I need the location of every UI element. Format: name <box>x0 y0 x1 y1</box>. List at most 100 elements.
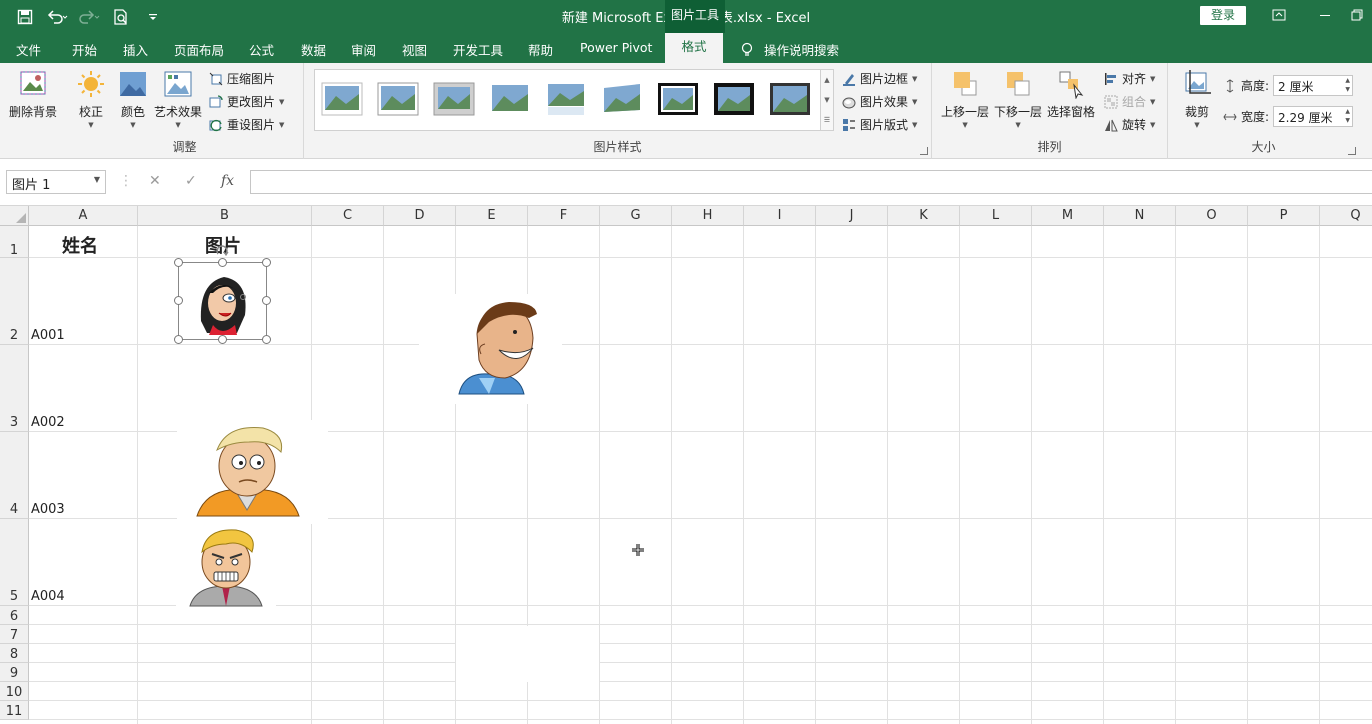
crop-button[interactable]: 裁剪 ▼ <box>1182 69 1212 129</box>
restore-icon[interactable] <box>1346 5 1368 25</box>
picture-style-thumb[interactable] <box>601 82 643 116</box>
column-header[interactable]: F <box>528 206 600 226</box>
bring-forward-button[interactable]: 上移一层 ▼ <box>941 69 989 129</box>
blank-shape[interactable] <box>456 626 599 682</box>
column-header[interactable]: Q <box>1320 206 1372 226</box>
row-header[interactable]: 3 <box>0 345 29 432</box>
tab-help[interactable]: 帮助 <box>528 40 553 59</box>
column-header[interactable]: L <box>960 206 1032 226</box>
send-backward-button[interactable]: 下移一层 ▼ <box>994 69 1042 129</box>
picture-style-thumb[interactable] <box>545 82 587 116</box>
row-header[interactable]: 8 <box>0 644 29 663</box>
tab-formulas[interactable]: 公式 <box>249 40 274 59</box>
picture-style-thumb[interactable] <box>377 82 419 116</box>
tab-view[interactable]: 视图 <box>402 40 427 59</box>
tab-home[interactable]: 开始 <box>72 40 97 59</box>
align-button[interactable]: 对齐 ▼ <box>1104 70 1155 87</box>
artistic-effects-button[interactable]: 艺术效果 ▼ <box>154 69 202 129</box>
row-header[interactable]: 7 <box>0 625 29 644</box>
rotate-button[interactable]: 旋转 ▼ <box>1104 116 1155 133</box>
select-all-corner[interactable] <box>0 206 29 226</box>
column-header[interactable]: P <box>1248 206 1320 226</box>
reset-picture-button[interactable]: 重设图片 ▼ <box>209 116 284 133</box>
width-input[interactable]: 2.29 厘米 ▲ ▼ <box>1273 106 1353 127</box>
chevron-down-icon[interactable]: ▼ <box>94 175 100 184</box>
dialog-launcher-icon[interactable] <box>1348 147 1356 155</box>
row-header[interactable]: 4 <box>0 432 29 519</box>
tab-format[interactable]: 格式 <box>665 33 723 63</box>
column-header[interactable]: E <box>456 206 528 226</box>
formula-input[interactable] <box>250 170 1372 194</box>
tab-power-pivot[interactable]: Power Pivot <box>580 40 652 55</box>
row-header[interactable]: 5 <box>0 519 29 606</box>
tab-data[interactable]: 数据 <box>301 40 326 59</box>
resize-handle[interactable] <box>218 335 227 344</box>
minimize-icon[interactable] <box>1314 5 1336 25</box>
redo-icon[interactable] <box>78 7 100 27</box>
resize-handle[interactable] <box>262 296 271 305</box>
tab-developer[interactable]: 开发工具 <box>453 40 503 59</box>
column-header[interactable]: I <box>744 206 816 226</box>
resize-handle[interactable] <box>262 335 271 344</box>
undo-icon[interactable] <box>46 7 68 27</box>
height-input[interactable]: 2 厘米 ▲ ▼ <box>1273 75 1353 96</box>
picture-layout-button[interactable]: 图片版式 ▼ <box>842 116 917 133</box>
width-spinner[interactable]: ▲ ▼ <box>1345 107 1350 125</box>
column-header[interactable]: N <box>1104 206 1176 226</box>
cell-a5[interactable]: A004 <box>31 589 65 604</box>
column-header[interactable]: B <box>138 206 312 226</box>
resize-handle[interactable] <box>174 258 183 267</box>
change-picture-button[interactable]: 更改图片 ▼ <box>209 93 284 110</box>
dialog-launcher-icon[interactable] <box>920 147 928 155</box>
cell-a1[interactable]: 姓名 <box>62 232 98 258</box>
picture-worried-man[interactable] <box>177 420 328 524</box>
picture-style-thumb[interactable] <box>321 82 363 116</box>
resize-handle[interactable] <box>262 258 271 267</box>
customize-qat-icon[interactable] <box>142 7 164 27</box>
compress-pictures-button[interactable]: 压缩图片 <box>209 70 275 87</box>
column-header[interactable]: H <box>672 206 744 226</box>
row-header[interactable]: 2 <box>0 258 29 345</box>
tab-review[interactable]: 审阅 <box>351 40 376 59</box>
cell-a3[interactable]: A002 <box>31 415 65 430</box>
ribbon-display-options-icon[interactable] <box>1268 5 1290 25</box>
row-header[interactable]: 1 <box>0 226 29 258</box>
picture-style-thumb[interactable] <box>657 82 699 116</box>
remove-background-button[interactable]: 删除背景 <box>9 69 57 120</box>
tab-page-layout[interactable]: 页面布局 <box>174 40 224 59</box>
row-header[interactable]: 6 <box>0 606 29 625</box>
corrections-button[interactable]: 校正 ▼ <box>76 69 106 129</box>
print-preview-icon[interactable] <box>110 7 132 27</box>
insert-function-icon[interactable]: fx <box>221 173 234 189</box>
resize-handle[interactable] <box>174 335 183 344</box>
column-header[interactable]: A <box>29 206 138 226</box>
rotate-handle-icon[interactable] <box>215 245 229 257</box>
column-header[interactable]: D <box>384 206 456 226</box>
picture-effects-button[interactable]: 图片效果 ▼ <box>842 93 917 110</box>
resize-handle[interactable] <box>218 258 227 267</box>
tell-me-search[interactable]: 操作说明搜索 <box>740 40 839 59</box>
picture-style-thumb[interactable] <box>489 82 531 116</box>
picture-border-button[interactable]: 图片边框 ▼ <box>842 70 917 87</box>
save-icon[interactable] <box>14 7 36 27</box>
row-header[interactable]: 11 <box>0 701 29 720</box>
cancel-icon[interactable]: ✕ <box>149 173 161 189</box>
picture-angry-man[interactable] <box>176 524 276 608</box>
tab-file[interactable]: 文件 <box>16 40 41 59</box>
resize-handle[interactable] <box>174 296 183 305</box>
column-header[interactable]: M <box>1032 206 1104 226</box>
gallery-scrollbar[interactable]: ▲ ▼ ☰ <box>820 70 833 130</box>
column-header[interactable]: C <box>312 206 384 226</box>
picture-style-thumb[interactable] <box>433 82 475 116</box>
row-header[interactable]: 10 <box>0 682 29 701</box>
column-header[interactable]: G <box>600 206 672 226</box>
group-objects-button[interactable]: 组合 ▼ <box>1104 93 1155 110</box>
cell-a4[interactable]: A003 <box>31 502 65 517</box>
picture-style-thumb[interactable] <box>713 82 755 116</box>
column-header[interactable]: K <box>888 206 960 226</box>
picture-style-thumb[interactable] <box>769 82 811 116</box>
login-button[interactable]: 登录 <box>1200 6 1246 25</box>
picture-laughing-man[interactable] <box>419 294 562 404</box>
color-button[interactable]: 颜色 ▼ <box>118 69 148 129</box>
name-box[interactable]: 图片 1 ▼ <box>6 170 106 194</box>
